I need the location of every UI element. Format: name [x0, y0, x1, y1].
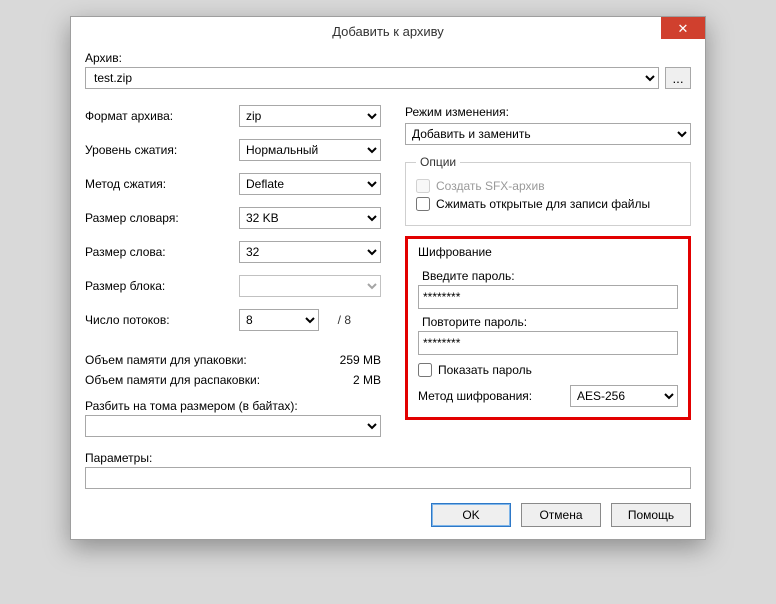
- word-select[interactable]: 32: [239, 241, 381, 263]
- options-legend: Опции: [416, 155, 460, 169]
- format-label: Формат архива:: [85, 109, 239, 123]
- help-button[interactable]: Помощь: [611, 503, 691, 527]
- ok-button[interactable]: OK: [431, 503, 511, 527]
- close-button[interactable]: ✕: [661, 17, 705, 39]
- params-label: Параметры:: [85, 451, 691, 465]
- mem-unpack-value: 2 MB: [321, 373, 381, 387]
- ellipsis-icon: ...: [672, 71, 683, 86]
- close-icon: ✕: [678, 22, 689, 35]
- mem-pack-value: 259 MB: [321, 353, 381, 367]
- mem-unpack-label: Объем памяти для распаковки:: [85, 373, 321, 387]
- threads-select[interactable]: 8: [239, 309, 319, 331]
- password-label: Введите пароль:: [422, 269, 678, 283]
- block-select[interactable]: [239, 275, 381, 297]
- window-title: Добавить к архиву: [71, 24, 705, 39]
- shared-checkbox[interactable]: [416, 197, 430, 211]
- password-repeat-input[interactable]: [418, 331, 678, 355]
- level-label: Уровень сжатия:: [85, 143, 239, 157]
- sfx-label: Создать SFX-архив: [436, 179, 545, 193]
- params-input[interactable]: [85, 467, 691, 489]
- split-combo[interactable]: [85, 415, 381, 437]
- cancel-button[interactable]: Отмена: [521, 503, 601, 527]
- password-input[interactable]: [418, 285, 678, 309]
- password-repeat-label: Повторите пароль:: [422, 315, 678, 329]
- show-password-label: Показать пароль: [438, 363, 532, 377]
- threads-label: Число потоков:: [85, 313, 239, 327]
- method-select[interactable]: Deflate: [239, 173, 381, 195]
- browse-button[interactable]: ...: [665, 67, 691, 89]
- enc-method-label: Метод шифрования:: [418, 389, 560, 403]
- archive-label: Архив:: [85, 51, 691, 65]
- split-label: Разбить на тома размером (в байтах):: [85, 399, 381, 413]
- sfx-checkbox: [416, 179, 430, 193]
- show-password-checkbox[interactable]: [418, 363, 432, 377]
- dict-select[interactable]: 32 KB: [239, 207, 381, 229]
- format-select[interactable]: zip: [239, 105, 381, 127]
- threads-max: / 8: [319, 313, 351, 327]
- mode-select[interactable]: Добавить и заменить: [405, 123, 691, 145]
- titlebar: Добавить к архиву ✕: [71, 17, 705, 45]
- dict-label: Размер словаря:: [85, 211, 239, 225]
- encryption-group: Шифрование Введите пароль: Повторите пар…: [405, 236, 691, 420]
- shared-label: Сжимать открытые для записи файлы: [436, 197, 650, 211]
- encryption-legend: Шифрование: [418, 239, 678, 263]
- options-group: Опции Создать SFX-архив Сжимать открытые…: [405, 155, 691, 226]
- method-label: Метод сжатия:: [85, 177, 239, 191]
- mem-pack-label: Объем памяти для упаковки:: [85, 353, 321, 367]
- enc-method-select[interactable]: AES-256: [570, 385, 678, 407]
- block-label: Размер блока:: [85, 279, 239, 293]
- dialog-window: Добавить к архиву ✕ Архив: test.zip ... …: [70, 16, 706, 540]
- mode-label: Режим изменения:: [405, 105, 691, 119]
- word-label: Размер слова:: [85, 245, 239, 259]
- level-select[interactable]: Нормальный: [239, 139, 381, 161]
- archive-path-combo[interactable]: test.zip: [85, 67, 659, 89]
